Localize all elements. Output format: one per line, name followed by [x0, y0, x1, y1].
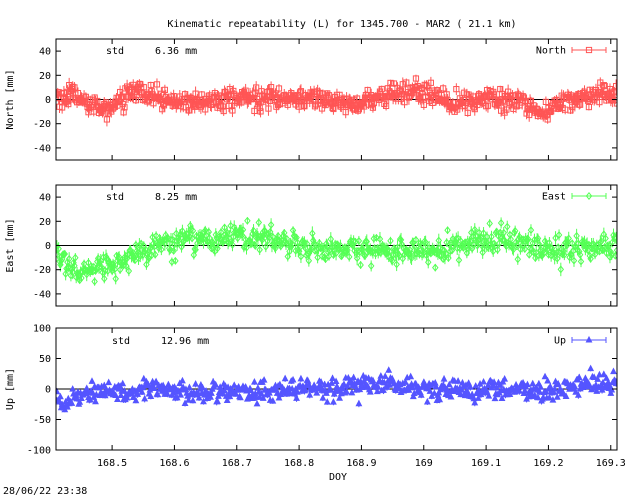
data-point [381, 372, 389, 379]
x-tick-label: 169.3 [596, 458, 626, 469]
std-label: std [106, 46, 124, 57]
x-tick-label: 169.2 [533, 458, 563, 469]
x-tick-label: 168.9 [346, 458, 376, 469]
data-point [541, 372, 549, 380]
data-series-up [56, 364, 617, 413]
std-value: 6.36 mm [155, 46, 197, 57]
data-point [459, 378, 466, 386]
data-point [189, 396, 197, 404]
data-point [83, 384, 91, 392]
data-point [454, 377, 462, 384]
data-point [501, 374, 509, 382]
data-point [546, 382, 554, 390]
data-point [152, 377, 160, 385]
x-axis-label: DOY [329, 472, 347, 483]
y-tick-label: -100 [27, 446, 51, 457]
y-tick-label: -40 [33, 289, 51, 300]
y-tick-label: 50 [39, 354, 51, 365]
data-point [214, 397, 221, 405]
y-tick-label: -20 [33, 119, 51, 130]
y-tick-label: 100 [33, 324, 51, 335]
data-point [575, 373, 583, 381]
data-point [440, 375, 448, 382]
legend-label: East [542, 192, 566, 203]
footer-timestamp: 28/06/22 23:38 [3, 486, 87, 496]
x-tick-label: 169 [415, 458, 433, 469]
y-tick-label: 20 [39, 71, 51, 82]
y-tick-label: 0 [45, 95, 51, 106]
x-tick-label: 168.7 [222, 458, 252, 469]
chart-canvas: Kinematic repeatability (L) for 1345.700… [3, 19, 626, 496]
data-point [192, 380, 200, 387]
std-label: std [106, 192, 124, 203]
data-point [281, 374, 289, 382]
data-series-north [56, 74, 617, 127]
y-tick-label: -50 [33, 415, 51, 426]
y-tick-label: 20 [39, 217, 51, 228]
data-point [529, 379, 537, 387]
x-tick-label: 168.5 [97, 458, 127, 469]
data-point [56, 392, 64, 400]
y-tick-label: -40 [33, 143, 51, 154]
y-tick-label: 0 [45, 241, 51, 252]
chart-title: Kinematic repeatability (L) for 1345.700… [167, 19, 516, 30]
data-point [250, 378, 258, 385]
data-point [141, 394, 149, 402]
x-tick-label: 169.1 [471, 458, 501, 469]
y-axis-label: East [mm] [5, 218, 16, 272]
std-value: 8.25 mm [155, 192, 197, 203]
data-series-east [56, 216, 617, 286]
chart-panel-east: -40 -20 0 20 40 East [mm] std 8.25 mm East [5, 184, 618, 307]
y-axis-label: North [mm] [5, 69, 16, 129]
y-tick-label: -20 [33, 265, 51, 276]
y-tick-label: 0 [45, 385, 51, 396]
data-point [407, 372, 415, 380]
data-point [88, 377, 96, 384]
data-point [355, 399, 363, 407]
data-point [69, 385, 77, 392]
data-point [254, 384, 262, 391]
chart-panel-up: -100 -50 0 50 100 168.5 168.6 168.7 168.8 168.9 16… [5, 324, 626, 484]
data-point [56, 387, 61, 395]
x-tick-label: 168.8 [284, 458, 314, 469]
data-point [329, 374, 336, 381]
data-point [105, 378, 113, 386]
std-value: 12.96 mm [161, 336, 209, 347]
data-point [587, 364, 595, 372]
data-point [385, 366, 393, 373]
data-point [423, 397, 431, 405]
data-point [610, 367, 617, 375]
legend-label: North [536, 46, 566, 57]
data-point [260, 376, 268, 383]
data-point [119, 379, 127, 387]
data-point [297, 374, 305, 382]
data-point [585, 335, 593, 343]
data-point [600, 370, 608, 377]
data-point [186, 383, 193, 391]
data-point [524, 380, 531, 388]
legend-label: Up [554, 336, 566, 347]
std-label: std [112, 336, 130, 347]
x-tick-label: 168.6 [159, 458, 189, 469]
data-point [330, 398, 337, 405]
chart-panels: -40-2002040North [mm]std 6.36 mm North-40-… [5, 38, 626, 484]
data-point [350, 373, 358, 381]
data-point [253, 399, 261, 407]
y-tick-label: 40 [39, 47, 51, 58]
data-point [480, 377, 487, 385]
y-axis-label: Up [mm] [5, 368, 16, 410]
data-point [545, 393, 553, 401]
y-tick-label: 40 [39, 193, 51, 204]
data-point [178, 376, 186, 384]
chart-panel-north: -40 -20 0 20 40 North [mm] std 6.36 mm North [5, 38, 618, 161]
